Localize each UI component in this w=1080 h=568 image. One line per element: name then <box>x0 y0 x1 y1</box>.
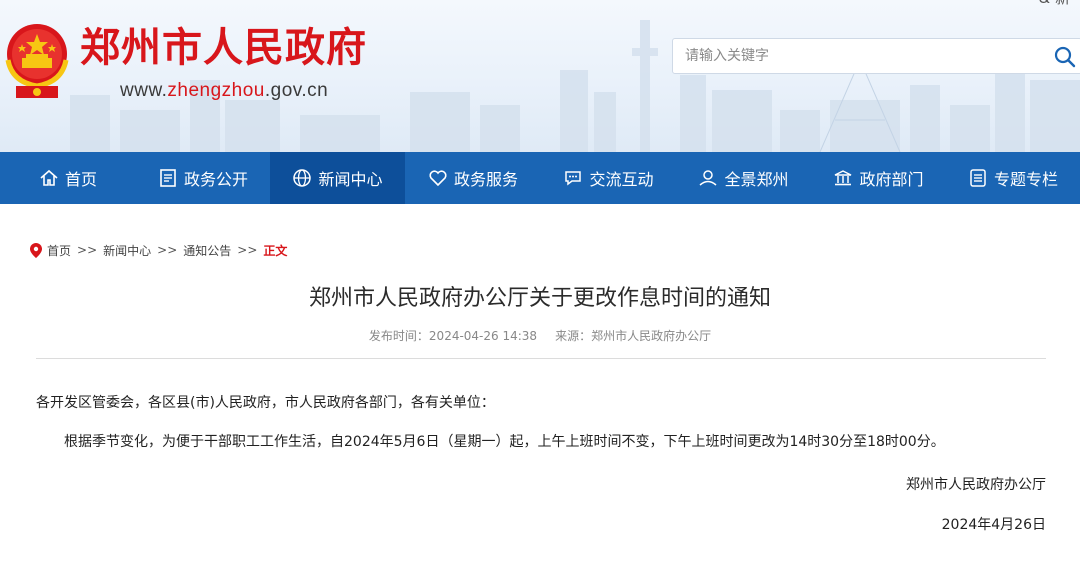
top-utility-link[interactable]: & 新 <box>1039 0 1070 6</box>
nav-item-gov-affairs[interactable]: 政务公开 <box>136 152 270 204</box>
article-date: 2024年4月26日 <box>941 517 1046 533</box>
breadcrumb-current: 正文 <box>263 243 288 258</box>
publish-time-label: 发布时间： <box>368 329 429 343</box>
home-icon <box>40 169 58 186</box>
article-body-paragraph: 根据季节变化，为便于干部职工工作生活，自2024年5月6日（星期一）起，上午上班… <box>64 434 945 450</box>
breadcrumb-separator: >> <box>237 243 258 257</box>
nav-label: 首页 <box>64 170 97 189</box>
nav-label: 专题专栏 <box>993 170 1058 189</box>
article-source: 郑州市人民政府办公厅 <box>591 329 712 343</box>
location-pin-icon <box>30 242 42 258</box>
globe-icon <box>293 169 312 187</box>
document-icon <box>160 169 176 187</box>
nav-label: 政务服务 <box>453 170 518 189</box>
nav-item-news-center[interactable]: 新闻中心 <box>270 152 405 204</box>
breadcrumb-news-center[interactable]: 新闻中心 <box>103 242 151 259</box>
breadcrumb-separator: >> <box>77 243 98 257</box>
nav-item-gov-departments[interactable]: 政府部门 <box>811 152 946 204</box>
search-box <box>672 38 1080 74</box>
site-header: 郑州市人民政府 www.zhengzhou.gov.cn & 新 <box>0 0 1080 152</box>
breadcrumb-separator: >> <box>157 243 178 257</box>
url-prefix: www. <box>120 80 168 101</box>
article-title: 郑州市人民政府办公厅关于更改作息时间的通知 <box>308 286 771 311</box>
source-label: 来源： <box>555 329 592 343</box>
nav-item-special-topics[interactable]: 专题专栏 <box>946 152 1080 204</box>
breadcrumb: 首页 >> 新闻中心 >> 通知公告 >> 正文 <box>30 240 287 260</box>
site-title[interactable]: 郑州市人民政府 <box>80 24 367 72</box>
nav-label: 政府部门 <box>859 170 924 189</box>
search-input[interactable] <box>673 39 1043 73</box>
nav-item-gov-services[interactable]: 政务服务 <box>405 152 541 204</box>
chat-icon <box>565 171 582 186</box>
search-icon[interactable] <box>1053 45 1077 69</box>
nav-item-interaction[interactable]: 交流互动 <box>541 152 676 204</box>
breadcrumb-home[interactable]: 首页 <box>47 242 71 259</box>
url-highlight: zhengzhou <box>167 80 265 101</box>
article-meta: 发布时间：2024-04-26 14:38 来源：郑州市人民政府办公厅 <box>0 328 1080 344</box>
breadcrumb-notices[interactable]: 通知公告 <box>183 242 231 259</box>
nav-label: 全景郑州 <box>724 170 789 189</box>
heart-icon <box>429 170 447 187</box>
nav-label: 政务公开 <box>183 170 248 189</box>
nav-label: 新闻中心 <box>318 170 383 189</box>
article-salutation: 各开发区管委会，各区县(市)人民政府，市人民政府各部门，各有关单位： <box>36 395 495 411</box>
url-suffix: .gov.cn <box>264 80 329 101</box>
city-skyline-image <box>70 20 1080 152</box>
building-icon <box>835 170 852 186</box>
site-url[interactable]: www.zhengzhou.gov.cn <box>120 80 328 102</box>
article-signature: 郑州市人民政府办公厅 <box>906 477 1046 493</box>
main-nav: 首页 政务公开 新闻中心 政务服务 交流互动 全景郑州 政府部门 专题专栏 <box>0 152 1080 204</box>
panorama-icon <box>699 170 717 186</box>
nav-label: 交流互动 <box>589 170 654 189</box>
title-divider <box>36 358 1046 359</box>
national-emblem-logo <box>5 24 69 98</box>
nav-item-home[interactable]: 首页 <box>0 152 136 204</box>
publish-time: 2024-04-26 14:38 <box>428 329 538 343</box>
list-icon <box>970 169 986 187</box>
nav-item-panorama[interactable]: 全景郑州 <box>676 152 811 204</box>
